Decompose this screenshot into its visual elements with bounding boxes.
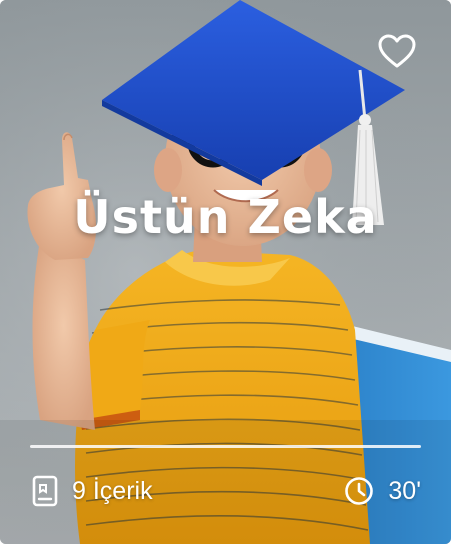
duration-label: 30' xyxy=(388,476,421,505)
content-count: 9 İçerik xyxy=(32,470,153,512)
book-icon xyxy=(32,475,58,507)
course-card[interactable]: Üstün Zeka 9 İçerik 30' xyxy=(0,0,451,544)
clock-icon xyxy=(344,476,374,506)
favorite-button[interactable] xyxy=(377,32,417,72)
course-title: Üstün Zeka xyxy=(73,190,378,244)
course-cover-image xyxy=(0,0,451,544)
heart-outline-icon xyxy=(378,34,416,68)
divider xyxy=(30,445,421,448)
content-count-label: 9 İçerik xyxy=(72,476,153,505)
duration: 30' xyxy=(344,470,421,512)
